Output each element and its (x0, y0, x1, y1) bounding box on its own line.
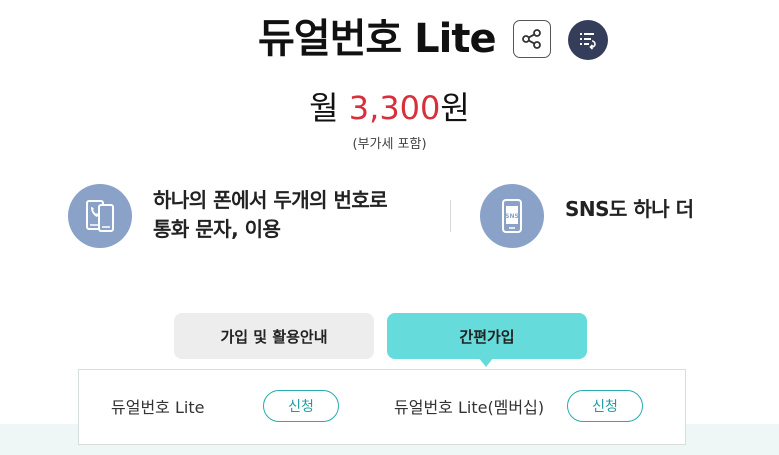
title-row: 듀얼번호 Lite (0, 10, 779, 70)
feature-1-line1: 하나의 폰에서 두개의 번호로 (153, 188, 388, 212)
sns-phone-icon: SNS (480, 184, 544, 248)
feature-1-line2: 통화 문자, 이용 (153, 217, 281, 241)
plan-2-name: 듀얼번호 Lite(멤버십) (394, 398, 545, 417)
feature-2-text: SNS도 하나 더 (565, 197, 694, 221)
list-button[interactable] (568, 20, 608, 60)
page-title: 듀얼번호 Lite (258, 16, 497, 62)
price-prefix: 월 (309, 89, 349, 127)
plan-1-apply-button[interactable]: 신청 (263, 390, 339, 422)
tab-guide[interactable]: 가입 및 활용안내 (174, 313, 374, 359)
share-icon (522, 29, 541, 49)
plan-1-name: 듀얼번호 Lite (111, 398, 205, 417)
svg-text:SNS: SNS (505, 213, 519, 220)
price: 월 3,300원 (0, 86, 779, 130)
share-button[interactable] (513, 20, 551, 58)
list-icon (580, 33, 596, 50)
tab-easy-signup[interactable]: 간편가입 (387, 313, 587, 359)
dual-phone-icon (68, 184, 132, 248)
plan-2-apply-button[interactable]: 신청 (567, 390, 643, 422)
price-suffix: 원 (440, 89, 470, 127)
vat-note: (부가세 포함) (352, 137, 427, 152)
feature-1-text: 하나의 폰에서 두개의 번호로 통화 문자, 이용 (153, 186, 388, 244)
feature-divider (450, 200, 451, 232)
price-amount: 3,300 (348, 89, 441, 127)
active-tab-pointer (478, 357, 494, 367)
